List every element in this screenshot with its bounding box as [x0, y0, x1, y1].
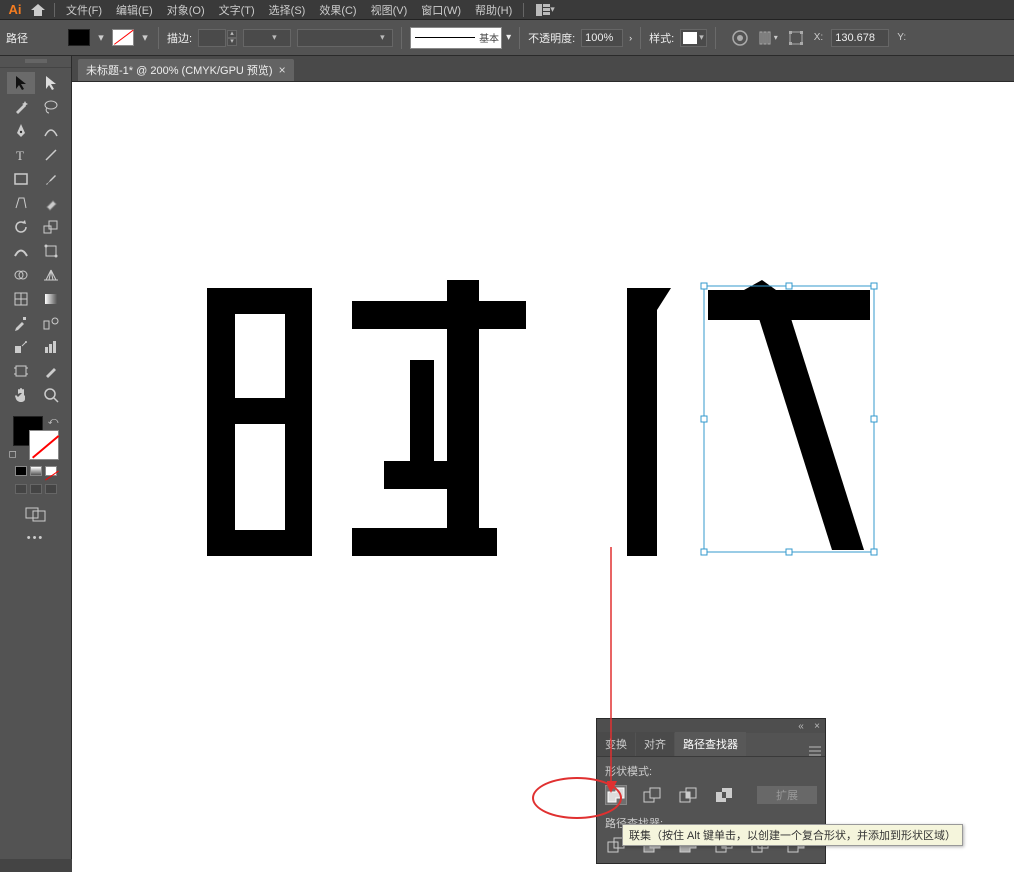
paintbrush-tool-icon[interactable]	[37, 168, 65, 190]
home-icon[interactable]	[26, 2, 50, 18]
recolor-icon[interactable]	[730, 28, 750, 48]
artboard	[72, 82, 1014, 872]
none-mode-icon[interactable]	[45, 466, 57, 476]
draw-inside-icon[interactable]	[45, 484, 57, 494]
annotation-arrow-icon	[607, 547, 627, 797]
eraser-tool-icon[interactable]	[37, 192, 65, 214]
draw-normal-icon[interactable]	[15, 484, 27, 494]
color-mode-icon[interactable]	[15, 466, 27, 476]
menu-effect[interactable]: 效果(C)	[312, 2, 363, 18]
fill-dropdown-icon[interactable]: ▾	[96, 33, 106, 43]
pathfinder-expand-button[interactable]: 扩展	[757, 786, 817, 804]
fill-swatch[interactable]	[68, 29, 90, 46]
pathfinder-exclude-icon[interactable]	[713, 785, 735, 805]
perspective-grid-tool-icon[interactable]	[37, 264, 65, 286]
screen-mode-icon[interactable]	[25, 506, 47, 522]
canvas[interactable]: « × 变换 对齐 路径查找器 形状模式:	[72, 82, 1014, 859]
menu-select[interactable]: 选择(S)	[262, 2, 313, 18]
shaper-tool-icon[interactable]	[7, 192, 35, 214]
control-bar: 路径 ▾ ▾ 描边: ▴▾ ▾ ▾ 基本 ▾ 不透明度: › 样式: ▾ ▾	[0, 20, 1014, 56]
stroke-dropdown-icon[interactable]: ▾	[140, 33, 150, 43]
document-tab[interactable]: 未标题-1* @ 200% (CMYK/GPU 预览) ×	[78, 59, 294, 81]
document-tab-title: 未标题-1* @ 200% (CMYK/GPU 预览)	[86, 62, 273, 78]
eyedropper-tool-icon[interactable]	[7, 312, 35, 334]
pathfinder-minus-front-icon[interactable]	[641, 785, 663, 805]
workspace-switch-icon[interactable]: ▾	[536, 4, 556, 16]
annotation-ellipse-icon	[532, 777, 622, 819]
width-tool-icon[interactable]	[7, 240, 35, 262]
shape-builder-tool-icon[interactable]	[7, 264, 35, 286]
curvature-tool-icon[interactable]	[37, 120, 65, 142]
stroke-weight-stepper[interactable]: ▴▾	[198, 29, 237, 47]
mesh-tool-icon[interactable]	[7, 288, 35, 310]
tab-pathfinder[interactable]: 路径查找器	[675, 732, 746, 756]
shape-modes-label: 形状模式:	[605, 763, 817, 779]
menu-window[interactable]: 窗口(W)	[414, 2, 468, 18]
menu-bar: Ai 文件(F) 编辑(E) 对象(O) 文字(T) 选择(S) 效果(C) 视…	[0, 0, 1014, 20]
free-transform-tool-icon[interactable]	[37, 240, 65, 262]
edit-toolbar-icon[interactable]: •••	[27, 532, 45, 544]
transform-icon[interactable]	[786, 28, 806, 48]
swap-fill-stroke-icon[interactable]: ⤺	[48, 416, 59, 427]
opacity-input[interactable]	[581, 29, 623, 47]
brush-color-dropdown[interactable]: ▾	[297, 29, 393, 47]
panel-close-icon[interactable]: ×	[811, 720, 823, 732]
slice-tool-icon[interactable]	[37, 360, 65, 382]
align-icon[interactable]: ▾	[758, 28, 778, 48]
gradient-tool-icon[interactable]	[37, 288, 65, 310]
svg-text:T: T	[16, 148, 24, 163]
stroke-profile-dropdown[interactable]: ▾	[243, 29, 291, 47]
type-tool-icon[interactable]: T	[7, 144, 35, 166]
close-tab-icon[interactable]: ×	[279, 63, 286, 77]
pathfinder-intersect-icon[interactable]	[677, 785, 699, 805]
fill-stroke-box[interactable]: ⤺ ◻	[13, 416, 59, 460]
panel-menu-icon[interactable]	[805, 746, 825, 756]
x-label: X:	[814, 32, 823, 43]
menu-file[interactable]: 文件(F)	[59, 2, 109, 18]
selection-tool-icon[interactable]	[7, 72, 35, 94]
symbol-sprayer-tool-icon[interactable]	[7, 336, 35, 358]
x-value-input[interactable]: 130.678	[831, 29, 889, 47]
tab-bar: 未标题-1* @ 200% (CMYK/GPU 预览) ×	[72, 56, 1014, 82]
line-segment-tool-icon[interactable]	[37, 144, 65, 166]
default-fill-stroke-icon[interactable]: ◻	[9, 449, 17, 460]
selection-type-label: 路径	[6, 30, 28, 46]
stroke-swatch[interactable]	[112, 29, 134, 46]
brush-definition-dropdown[interactable]: 基本	[410, 27, 502, 49]
gradient-mode-icon[interactable]	[30, 466, 42, 476]
hand-tool-icon[interactable]	[7, 384, 35, 406]
pen-tool-icon[interactable]	[7, 120, 35, 142]
y-label: Y:	[897, 32, 906, 43]
scale-tool-icon[interactable]	[37, 216, 65, 238]
zoom-tool-icon[interactable]	[37, 384, 65, 406]
artboard-tool-icon[interactable]	[7, 360, 35, 382]
style-label: 样式:	[649, 30, 674, 46]
selected-shape	[708, 280, 870, 550]
tool-panel: T ⤺ ◻	[0, 56, 72, 859]
panel-handle-icon[interactable]	[0, 56, 71, 68]
column-graph-tool-icon[interactable]	[37, 336, 65, 358]
blend-tool-icon[interactable]	[37, 312, 65, 334]
rotate-tool-icon[interactable]	[7, 216, 35, 238]
menu-view[interactable]: 视图(V)	[364, 2, 415, 18]
menu-help[interactable]: 帮助(H)	[468, 2, 519, 18]
direct-selection-tool-icon[interactable]	[37, 72, 65, 94]
opacity-label: 不透明度:	[528, 30, 575, 46]
app-logo: Ai	[4, 2, 26, 18]
graphic-style-dropdown[interactable]: ▾	[680, 29, 707, 47]
menu-type[interactable]: 文字(T)	[212, 2, 262, 18]
lasso-tool-icon[interactable]	[37, 96, 65, 118]
tab-align[interactable]: 对齐	[636, 732, 674, 756]
magic-wand-tool-icon[interactable]	[7, 96, 35, 118]
panel-collapse-icon[interactable]: «	[795, 720, 807, 732]
brush-dropdown-icon[interactable]: ▾	[506, 32, 511, 43]
menu-object[interactable]: 对象(O)	[160, 2, 212, 18]
menu-edit[interactable]: 编辑(E)	[109, 2, 160, 18]
stroke-weight-label: 描边:	[167, 30, 192, 46]
stroke-color-icon[interactable]	[29, 430, 59, 460]
document-area: 未标题-1* @ 200% (CMYK/GPU 预览) ×	[72, 56, 1014, 859]
draw-behind-icon[interactable]	[30, 484, 42, 494]
rectangle-tool-icon[interactable]	[7, 168, 35, 190]
tooltip: 联集（按住 Alt 键单击，以创建一个复合形状，并添加到形状区域）	[622, 824, 963, 846]
